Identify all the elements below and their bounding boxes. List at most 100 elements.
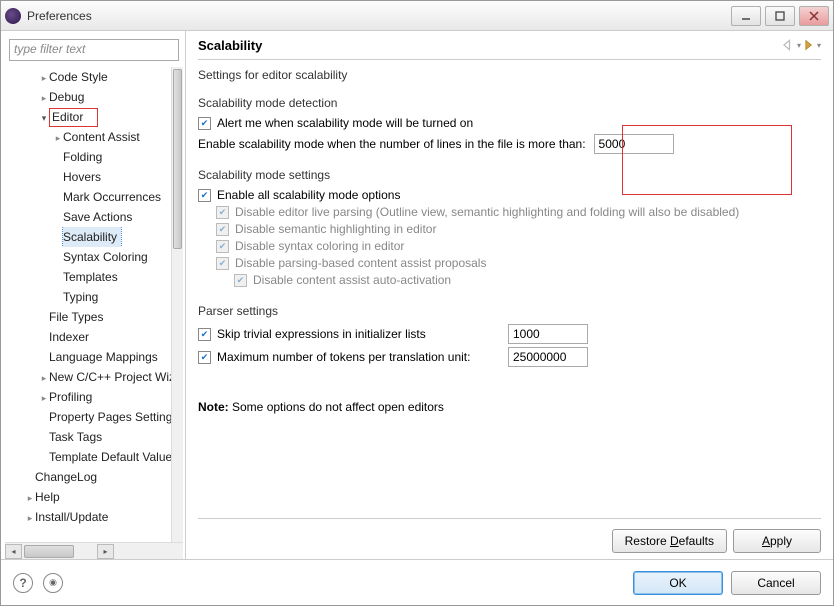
- tree-item-label: Mark Occurrences: [63, 190, 161, 204]
- window-title: Preferences: [27, 9, 92, 23]
- max-tokens-label: Maximum number of tokens per translation…: [217, 350, 470, 364]
- tree-horizontal-scrollbar[interactable]: ◂ ▸: [5, 542, 183, 559]
- max-tokens-checkbox[interactable]: [198, 351, 211, 364]
- skip-trivial-checkbox[interactable]: [198, 328, 211, 341]
- note-text: Note: Some options do not affect open ed…: [198, 400, 821, 414]
- tree-item-label: Hovers: [63, 170, 101, 184]
- group-settings-title: Scalability mode settings: [198, 168, 821, 182]
- tree-item[interactable]: Property Pages Settings: [5, 407, 171, 427]
- restore-defaults-button[interactable]: Restore Defaults: [612, 529, 727, 553]
- disable-semantic-highlight-label: Disable semantic highlighting in editor: [235, 222, 436, 236]
- threshold-label: Enable scalability mode when the number …: [198, 137, 586, 151]
- disable-semantic-highlight-checkbox: [216, 223, 229, 236]
- help-icon[interactable]: [13, 573, 33, 593]
- title-bar: Preferences: [1, 1, 833, 31]
- tree-item-label: Folding: [63, 150, 102, 164]
- tree-item[interactable]: Save Actions: [5, 207, 171, 227]
- tree-item-label: Scalability: [63, 227, 121, 247]
- tree-arrow-icon[interactable]: [53, 127, 63, 147]
- page-subtitle: Settings for editor scalability: [198, 68, 821, 82]
- record-icon[interactable]: [43, 573, 63, 593]
- tree-item[interactable]: New C/C++ Project Wizard: [5, 367, 171, 387]
- tree-item[interactable]: Folding: [5, 147, 171, 167]
- disable-syntax-coloring-checkbox: [216, 240, 229, 253]
- tree-vertical-scrollbar[interactable]: [171, 67, 183, 542]
- tree-item[interactable]: ChangeLog: [5, 467, 171, 487]
- tree-arrow-icon[interactable]: [25, 507, 35, 527]
- tree-item-label: Content Assist: [63, 130, 140, 144]
- preferences-tree[interactable]: Code Style Debug Editor Content Assist Foldi…: [5, 67, 183, 542]
- disable-syntax-coloring-label: Disable syntax coloring in editor: [235, 239, 404, 253]
- tree-arrow-icon[interactable]: [25, 487, 35, 507]
- tree-item[interactable]: Profiling: [5, 387, 171, 407]
- tree-item[interactable]: Task Tags: [5, 427, 171, 447]
- tree-item-label: Debug: [49, 90, 84, 104]
- minimize-button[interactable]: [731, 6, 761, 26]
- forward-icon[interactable]: ▾: [803, 37, 821, 53]
- apply-button[interactable]: Apply: [733, 529, 821, 553]
- tree-item[interactable]: Help: [5, 487, 171, 507]
- max-tokens-input[interactable]: [508, 347, 588, 367]
- tree-item[interactable]: Syntax Coloring: [5, 247, 171, 267]
- tree-item[interactable]: File Types: [5, 307, 171, 327]
- tree-item-label: File Types: [49, 310, 103, 324]
- tree-item[interactable]: Editor: [5, 107, 171, 127]
- scalability-detection-group: Scalability mode detection Alert me when…: [198, 96, 821, 154]
- disable-live-parsing-checkbox: [216, 206, 229, 219]
- tree-item[interactable]: Hovers: [5, 167, 171, 187]
- disable-auto-activation-checkbox: [234, 274, 247, 287]
- tree-item[interactable]: Template Default Values: [5, 447, 171, 467]
- alert-label: Alert me when scalability mode will be t…: [217, 116, 473, 130]
- tree-item-label: Syntax Coloring: [63, 250, 148, 264]
- tree-arrow-icon[interactable]: [39, 67, 49, 87]
- tree-item[interactable]: Debug: [5, 87, 171, 107]
- tree-item-label: Template Default Values: [49, 450, 171, 464]
- alert-checkbox[interactable]: [198, 117, 211, 130]
- tree-item[interactable]: Templates: [5, 267, 171, 287]
- tree-item[interactable]: Indexer: [5, 327, 171, 347]
- page-title: Scalability: [198, 38, 262, 53]
- disable-content-assist-label: Disable parsing-based content assist pro…: [235, 256, 486, 270]
- filter-input[interactable]: type filter text: [9, 39, 179, 61]
- enable-all-checkbox[interactable]: [198, 189, 211, 202]
- disable-content-assist-checkbox: [216, 257, 229, 270]
- tree-item-label: Help: [35, 490, 60, 504]
- tree-item-label: Profiling: [49, 390, 92, 404]
- tree-item[interactable]: Scalability: [5, 227, 171, 247]
- tree-item-label: Language Mappings: [49, 350, 158, 364]
- tree-arrow-icon[interactable]: [39, 87, 49, 107]
- tree-item[interactable]: Typing: [5, 287, 171, 307]
- tree-item-label: Editor: [49, 108, 98, 127]
- parser-settings-group: Parser settings Skip trivial expressions…: [198, 304, 821, 370]
- dialog-footer: OK Cancel: [1, 559, 833, 605]
- tree-item-label: Indexer: [49, 330, 89, 344]
- cancel-button[interactable]: Cancel: [731, 571, 821, 595]
- tree-item-label: Save Actions: [63, 210, 132, 224]
- tree-item[interactable]: Code Style: [5, 67, 171, 87]
- tree-item-label: New C/C++ Project Wizard: [49, 370, 171, 384]
- tree-arrow-icon[interactable]: [39, 107, 49, 127]
- ok-button[interactable]: OK: [633, 571, 723, 595]
- tree-item-label: Typing: [63, 290, 98, 304]
- threshold-input[interactable]: [594, 134, 674, 154]
- disable-live-parsing-label: Disable editor live parsing (Outline vie…: [235, 205, 739, 219]
- tree-item[interactable]: Content Assist: [5, 127, 171, 147]
- skip-trivial-input[interactable]: [508, 324, 588, 344]
- app-icon: [5, 8, 21, 24]
- tree-item[interactable]: Language Mappings: [5, 347, 171, 367]
- tree-item-label: ChangeLog: [35, 470, 97, 484]
- back-icon[interactable]: ▾: [783, 37, 801, 53]
- tree-arrow-icon[interactable]: [39, 387, 49, 407]
- disable-auto-activation-label: Disable content assist auto-activation: [253, 273, 451, 287]
- tree-arrow-icon[interactable]: [39, 367, 49, 387]
- tree-item-label: Templates: [63, 270, 118, 284]
- tree-item[interactable]: Install/Update: [5, 507, 171, 527]
- tree-item-label: Code Style: [49, 70, 108, 84]
- group-detection-title: Scalability mode detection: [198, 96, 821, 110]
- content-pane: Scalability ▾ ▾ Settings for editor scal…: [186, 31, 833, 559]
- close-button[interactable]: [799, 6, 829, 26]
- sidebar: type filter text Code StyleDebugEditorCo…: [1, 31, 186, 559]
- tree-item[interactable]: Mark Occurrences: [5, 187, 171, 207]
- scalability-settings-group: Scalability mode settings Enable all sca…: [198, 168, 821, 290]
- maximize-button[interactable]: [765, 6, 795, 26]
